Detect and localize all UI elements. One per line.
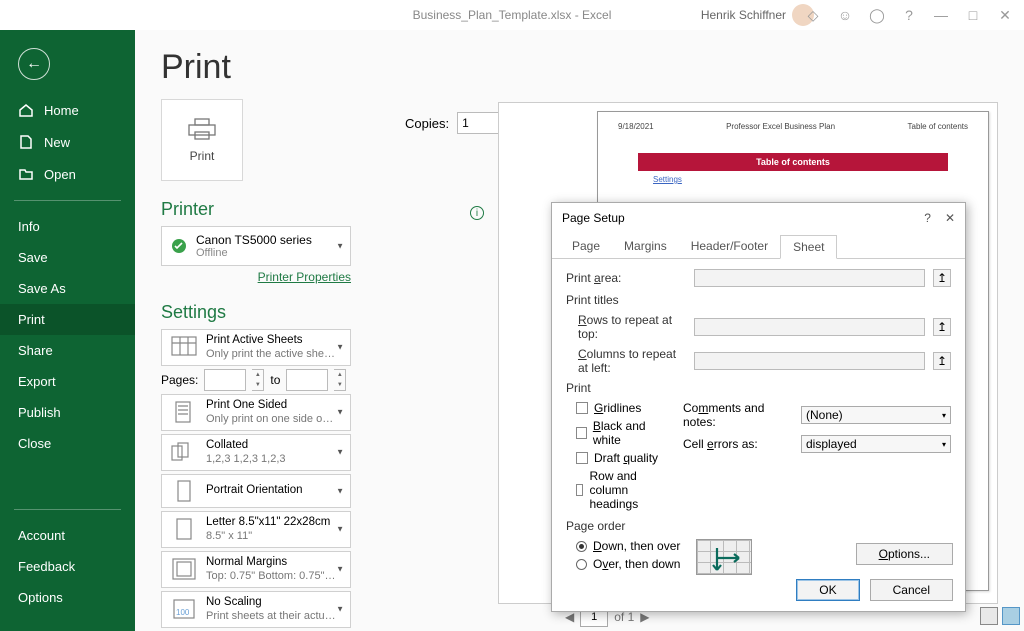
cell-errors-dropdown[interactable]: displayed▾: [801, 435, 951, 453]
file-icon: [18, 134, 34, 150]
sidebar-item-share[interactable]: Share: [0, 335, 135, 366]
printer-properties-link[interactable]: Printer Properties: [161, 270, 351, 284]
sidebar-item-publish[interactable]: Publish: [0, 397, 135, 428]
dialog-tabs: Page Margins Header/Footer Sheet: [552, 235, 965, 259]
sidebar-item-save-as[interactable]: Save As: [0, 273, 135, 304]
pages-label: Pages:: [161, 373, 198, 387]
print-what-dropdown[interactable]: Print Active SheetsOnly print the active…: [161, 329, 351, 366]
scaling-dropdown[interactable]: 100 No ScalingPrint sheets at their actu…: [161, 591, 351, 628]
paper-icon: [170, 517, 198, 541]
print-group: Print: [566, 381, 951, 395]
print-backstage: Print Print Copies: ▲▼ i Printer Canon T…: [135, 30, 1024, 631]
options-button[interactable]: Options...: [856, 543, 953, 565]
paper-size-dropdown[interactable]: Letter 8.5"x11" 22x28cm8.5" x 11"▼: [161, 511, 351, 548]
comments-dropdown[interactable]: (None)▾: [801, 406, 951, 424]
maximize-icon[interactable]: □: [964, 7, 982, 24]
document-title: Business_Plan_Template.xlsx - Excel: [413, 8, 612, 22]
sidebar-item-export[interactable]: Export: [0, 366, 135, 397]
dialog-close-button[interactable]: ✕: [945, 211, 955, 225]
back-button[interactable]: ←: [18, 48, 50, 80]
margins-icon: [170, 557, 198, 581]
printer-dropdown[interactable]: Canon TS5000 seriesOffline ▼: [161, 226, 351, 266]
next-page-button[interactable]: ▶: [640, 610, 649, 624]
sided-dropdown[interactable]: Print One SidedOnly print on one side of…: [161, 394, 351, 431]
zoom-to-page-button[interactable]: [1002, 607, 1020, 625]
title-bar: Business_Plan_Template.xlsx - Excel Henr…: [0, 0, 1024, 30]
print-area-range-button[interactable]: ↥: [933, 269, 951, 287]
sidebar-item-print[interactable]: Print: [0, 304, 135, 335]
ok-button[interactable]: OK: [796, 579, 859, 601]
cols-repeat-range-button[interactable]: ↥: [933, 352, 951, 370]
copies-label: Copies:: [405, 116, 449, 131]
portrait-icon: [170, 479, 198, 503]
diamond-icon[interactable]: ◇: [804, 7, 822, 24]
show-margins-button[interactable]: [980, 607, 998, 625]
draft-quality-checkbox[interactable]: [576, 452, 588, 464]
dialog-title: Page Setup: [562, 211, 625, 225]
rows-repeat-range-button[interactable]: ↥: [933, 318, 951, 336]
scaling-icon: 100: [170, 597, 198, 621]
folder-icon: [18, 166, 34, 182]
preview-toc-bar: Table of contents: [638, 153, 948, 171]
gridlines-checkbox[interactable]: [576, 402, 588, 414]
page-order-group: Page order: [566, 519, 951, 533]
black-white-checkbox[interactable]: [576, 427, 587, 439]
print-titles-group: Print titles: [566, 293, 951, 307]
sidebar-item-home[interactable]: Home: [0, 94, 135, 126]
tab-sheet[interactable]: Sheet: [780, 235, 837, 259]
print-button[interactable]: Print: [161, 99, 243, 181]
printer-info-icon[interactable]: i: [470, 206, 484, 220]
prev-page-button[interactable]: ◀: [565, 610, 574, 624]
rows-repeat-input[interactable]: [694, 318, 925, 336]
page-order-preview: [696, 539, 752, 575]
printer-icon: [187, 117, 217, 141]
user-account[interactable]: Henrik Schiffner: [701, 4, 814, 26]
over-then-down-radio[interactable]: [576, 559, 587, 570]
pages-to-input[interactable]: [286, 369, 328, 391]
pages-from-input[interactable]: [204, 369, 246, 391]
one-sided-icon: [170, 400, 198, 424]
row-col-headings-checkbox[interactable]: [576, 484, 583, 496]
chevron-down-icon: ▼: [336, 242, 344, 251]
sidebar-item-feedback[interactable]: Feedback: [0, 551, 135, 582]
tab-margins[interactable]: Margins: [612, 235, 679, 258]
tab-page[interactable]: Page: [560, 235, 612, 258]
sidebar-item-save[interactable]: Save: [0, 242, 135, 273]
smile-icon[interactable]: ☺: [836, 7, 854, 24]
sidebar-item-close[interactable]: Close: [0, 428, 135, 459]
sidebar-item-account[interactable]: Account: [0, 520, 135, 551]
page-setup-dialog: Page Setup ? ✕ Page Margins Header/Foote…: [551, 202, 966, 612]
backstage-sidebar: ← Home New Open Info Save Save As Print …: [0, 30, 135, 631]
help-icon[interactable]: ?: [900, 7, 918, 24]
dialog-help-button[interactable]: ?: [924, 211, 931, 225]
account-icon[interactable]: ◯: [868, 7, 886, 24]
print-area-label: Print area:: [566, 271, 686, 285]
margins-dropdown[interactable]: Normal MarginsTop: 0.75" Bottom: 0.75" L…: [161, 551, 351, 588]
copies-input[interactable]: [457, 112, 499, 134]
cancel-button[interactable]: Cancel: [870, 579, 953, 601]
close-window-icon[interactable]: ✕: [996, 7, 1014, 24]
cols-repeat-input[interactable]: [694, 352, 925, 370]
print-area-input[interactable]: [694, 269, 925, 287]
sidebar-item-open[interactable]: Open: [0, 158, 135, 190]
orientation-dropdown[interactable]: Portrait Orientation▼: [161, 474, 351, 508]
printer-status-icon: [170, 237, 188, 255]
collate-icon: [170, 440, 198, 464]
down-then-over-radio[interactable]: [576, 541, 587, 552]
sidebar-item-info[interactable]: Info: [0, 211, 135, 242]
sidebar-item-new[interactable]: New: [0, 126, 135, 158]
sidebar-item-options[interactable]: Options: [0, 582, 135, 613]
sheets-icon: [170, 335, 198, 359]
svg-text:100: 100: [176, 608, 190, 617]
minimize-icon[interactable]: —: [932, 7, 950, 24]
collate-dropdown[interactable]: Collated1,2,3 1,2,3 1,2,3▼: [161, 434, 351, 471]
tab-header-footer[interactable]: Header/Footer: [679, 235, 780, 258]
home-icon: [18, 102, 34, 118]
page-title: Print: [161, 48, 998, 87]
